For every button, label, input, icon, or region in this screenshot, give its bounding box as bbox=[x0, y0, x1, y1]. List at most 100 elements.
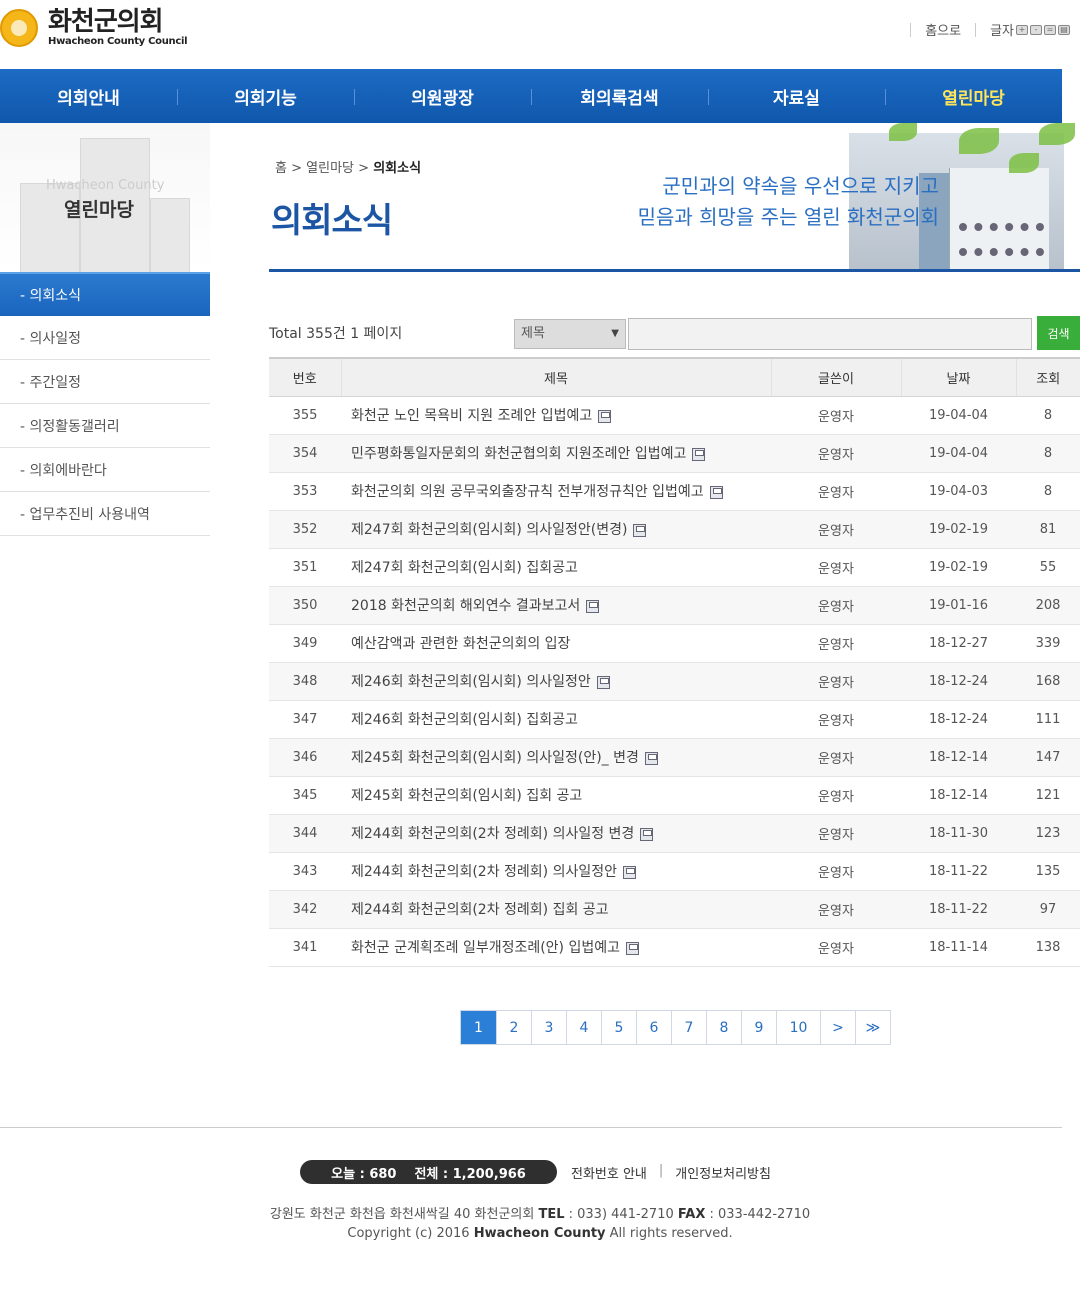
breadcrumb-section[interactable]: 열린마당 bbox=[306, 161, 354, 176]
row-number: 355 bbox=[269, 396, 341, 435]
side-menu-item[interactable]: - 의정활동갤러리 bbox=[0, 404, 210, 448]
row-writer: 운영자 bbox=[771, 472, 901, 511]
row-writer: 운영자 bbox=[771, 700, 901, 739]
row-writer: 운영자 bbox=[771, 624, 901, 663]
row-hits: 123 bbox=[1016, 814, 1080, 853]
side-menu-item[interactable]: - 업무추진비 사용내역 bbox=[0, 492, 210, 536]
nav-item-5[interactable]: 자료실 bbox=[708, 69, 885, 123]
row-title[interactable]: 예산감액과 관련한 화천군의회의 입장 bbox=[341, 624, 771, 663]
col-number: 번호 bbox=[269, 357, 341, 397]
page-4[interactable]: 4 bbox=[566, 1011, 601, 1044]
search-field-select[interactable]: 제목 ▼ bbox=[514, 319, 626, 349]
row-title[interactable]: 민주평화통일자문회의 화천군협의회 지원조례안 입법예고 bbox=[341, 434, 771, 473]
row-title[interactable]: 제247회 화천군의회(임시회) 집회공고 bbox=[341, 548, 771, 587]
zoom-out-icon[interactable]: - bbox=[1030, 24, 1042, 35]
row-title[interactable]: 제244회 화천군의회(2차 정례회) 의사일정안 bbox=[341, 852, 771, 891]
row-title[interactable]: 제246회 화천군의회(임시회) 집회공고 bbox=[341, 700, 771, 739]
side-menu-item[interactable]: - 의회에바란다 bbox=[0, 448, 210, 492]
col-hits: 조회 bbox=[1015, 357, 1080, 397]
footer-divider bbox=[0, 1127, 1062, 1128]
table-row: 342 제244회 화천군의회(2차 정례회) 집회 공고 운영자 18-11-22 9… bbox=[269, 890, 1080, 929]
row-number: 350 bbox=[269, 586, 341, 625]
row-number: 351 bbox=[269, 548, 341, 587]
row-date: 18-11-22 bbox=[901, 890, 1016, 929]
next-page-button[interactable]: > bbox=[820, 1011, 855, 1044]
last-page-button[interactable]: ≫ bbox=[855, 1011, 890, 1044]
page-6[interactable]: 6 bbox=[636, 1011, 671, 1044]
print-icon[interactable]: ▤ bbox=[1058, 24, 1070, 35]
row-date: 18-12-24 bbox=[901, 700, 1016, 739]
row-hits: 208 bbox=[1016, 586, 1080, 625]
row-writer: 운영자 bbox=[771, 890, 901, 929]
total-visits: 전체 : 1,200,966 bbox=[414, 1166, 526, 1182]
nav-item-2[interactable]: 의회기능 bbox=[177, 69, 354, 123]
side-menu-item[interactable]: - 주간일정 bbox=[0, 360, 210, 404]
logo[interactable]: 화천군의회 Hwacheon County Council bbox=[0, 8, 188, 47]
visitor-counter: 오늘 : 680 전체 : 1,200,966 bbox=[300, 1160, 557, 1184]
page-5[interactable]: 5 bbox=[601, 1011, 636, 1044]
page-2[interactable]: 2 bbox=[496, 1011, 531, 1044]
notice-table: 번호 제목 글쓴이 날짜 조회 355 화천군 노인 목욕비 지원 조례안 입법예… bbox=[269, 357, 1080, 967]
row-number: 354 bbox=[269, 434, 341, 473]
row-hits: 8 bbox=[1016, 396, 1080, 435]
row-date: 18-11-30 bbox=[901, 814, 1016, 853]
page-3[interactable]: 3 bbox=[531, 1011, 566, 1044]
home-link[interactable]: 홈으로 bbox=[925, 20, 961, 39]
row-title[interactable]: 화천군 군계획조례 일부개정조례(안) 입법예고 bbox=[341, 928, 771, 967]
breadcrumb-home[interactable]: 홈 bbox=[275, 161, 287, 176]
attachment-icon bbox=[622, 865, 636, 879]
side-menu-item[interactable]: - 의회소식 bbox=[0, 272, 210, 316]
side-menu: - 의회소식 - 의사일정 - 주간일정 - 의정활동갤러리 - 의회에바란다 - 업무추… bbox=[0, 272, 210, 536]
row-title[interactable]: 제245회 화천군의회(임시회) 집회 공고 bbox=[341, 776, 771, 815]
section-visual: Hwacheon County 열린마당 bbox=[0, 123, 210, 272]
row-title[interactable]: 제247회 화천군의회(임시회) 의사일정안(변경) bbox=[341, 510, 771, 549]
search-button[interactable]: 검색 bbox=[1037, 316, 1080, 350]
nav-item-4[interactable]: 회의록검색 bbox=[531, 69, 708, 123]
page-9[interactable]: 9 bbox=[741, 1011, 776, 1044]
row-hits: 339 bbox=[1016, 624, 1080, 663]
row-number: 353 bbox=[269, 472, 341, 511]
page-7[interactable]: 7 bbox=[671, 1011, 706, 1044]
zoom-in-icon[interactable]: + bbox=[1016, 24, 1028, 35]
row-title[interactable]: 2018 화천군의회 해외연수 결과보고서 bbox=[341, 586, 771, 625]
page-title: 의회소식 bbox=[271, 201, 393, 241]
row-title[interactable]: 제244회 화천군의회(2차 정례회) 의사일정 변경 bbox=[341, 814, 771, 853]
row-number: 341 bbox=[269, 928, 341, 967]
phone-guide-link[interactable]: 전화번호 안내 bbox=[571, 1163, 647, 1182]
row-writer: 운영자 bbox=[771, 776, 901, 815]
header: 화천군의회 Hwacheon County Council 홈으로 글자 + -… bbox=[0, 0, 1080, 69]
row-date: 18-12-14 bbox=[901, 738, 1016, 777]
pagination: 1 2 3 4 5 6 7 8 9 10 > ≫ bbox=[460, 1010, 891, 1045]
side-menu-item[interactable]: - 의사일정 bbox=[0, 316, 210, 360]
row-title[interactable]: 화천군의회 의원 공무국외출장규칙 전부개정규칙안 입법예고 bbox=[341, 472, 771, 511]
page-8[interactable]: 8 bbox=[706, 1011, 741, 1044]
nav-item-3[interactable]: 의원광장 bbox=[354, 69, 531, 123]
row-title[interactable]: 제246회 화천군의회(임시회) 의사일정안 bbox=[341, 662, 771, 701]
table-row: 346 제245회 화천군의회(임시회) 의사일정(안)_ 변경 운영자 18-12-… bbox=[269, 738, 1080, 777]
page-visual: 홈 > 열린마당 > 의회소식 의회소식 군민과의 약속을 우선으로 지키고 믿… bbox=[269, 123, 1080, 272]
row-number: 342 bbox=[269, 890, 341, 929]
row-writer: 운영자 bbox=[771, 814, 901, 853]
nav-item-6[interactable]: 열린마당 bbox=[885, 69, 1062, 123]
table-row: 353 화천군의회 의원 공무국외출장규칙 전부개정규칙안 입법예고 운영자 19-0… bbox=[269, 472, 1080, 511]
row-writer: 운영자 bbox=[771, 662, 901, 701]
row-title[interactable]: 제244회 화천군의회(2차 정례회) 집회 공고 bbox=[341, 890, 771, 929]
row-writer: 운영자 bbox=[771, 396, 901, 435]
row-title[interactable]: 화천군 노인 목욕비 지원 조례안 입법예고 bbox=[341, 396, 771, 435]
row-date: 18-11-14 bbox=[901, 928, 1016, 967]
page-1[interactable]: 1 bbox=[461, 1011, 496, 1044]
nav-item-1[interactable]: 의회안내 bbox=[0, 69, 177, 123]
row-writer: 운영자 bbox=[771, 586, 901, 625]
font-size-label: 글자 bbox=[990, 24, 1014, 39]
zoom-reset-icon[interactable]: = bbox=[1044, 24, 1056, 35]
privacy-policy-link[interactable]: 개인정보처리방침 bbox=[675, 1163, 771, 1182]
global-nav: 의회안내 의회기능 의원광장 회의록검색 자료실 열린마당 bbox=[0, 69, 1062, 123]
row-hits: 55 bbox=[1016, 548, 1080, 587]
page-10[interactable]: 10 bbox=[776, 1011, 820, 1044]
search-input[interactable] bbox=[628, 318, 1032, 350]
attachment-icon bbox=[692, 447, 706, 461]
row-title[interactable]: 제245회 화천군의회(임시회) 의사일정(안)_ 변경 bbox=[341, 738, 771, 777]
col-title: 제목 bbox=[340, 357, 771, 397]
row-date: 18-12-27 bbox=[901, 624, 1016, 663]
attachment-icon bbox=[596, 675, 610, 689]
